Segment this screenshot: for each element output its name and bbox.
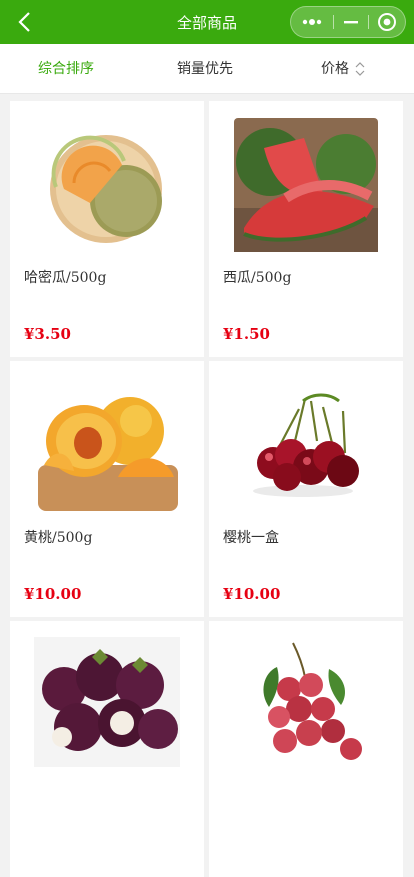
product-card[interactable]: 樱桃一盒 ¥10.00 — [209, 361, 403, 617]
sort-arrows-icon — [355, 62, 365, 76]
sort-bar: 综合排序 销量优先 价格 — [0, 44, 414, 94]
minimize-icon[interactable] — [334, 7, 368, 37]
mangosteen-icon — [34, 637, 180, 767]
peach-icon — [38, 397, 178, 511]
tab-price[interactable]: 价格 — [321, 44, 349, 94]
product-card[interactable]: 西瓜/500g ¥1.50 — [209, 101, 403, 357]
product-card[interactable]: 黄桃/500g ¥10.00 — [10, 361, 204, 617]
tab-sales-first[interactable]: 销量优先 — [177, 44, 233, 94]
watermelon-icon — [234, 118, 378, 252]
product-card[interactable] — [10, 621, 204, 877]
product-card[interactable] — [209, 621, 403, 877]
product-name: 西瓜/500g — [223, 270, 292, 286]
product-name: 哈密瓜/500g — [24, 270, 107, 286]
top-navigation-bar: 全部商品 — [0, 0, 414, 44]
close-target-icon[interactable] — [369, 7, 405, 37]
tab-comprehensive-sort[interactable]: 综合排序 — [38, 44, 94, 94]
more-icon[interactable] — [291, 7, 333, 37]
product-card[interactable]: 哈密瓜/500g ¥3.50 — [10, 101, 204, 357]
product-price: ¥10.00 — [24, 585, 82, 603]
cherry-icon — [253, 393, 359, 497]
product-price: ¥10.00 — [223, 585, 281, 603]
product-price: ¥1.50 — [223, 325, 270, 343]
cantaloupe-icon — [50, 135, 162, 243]
product-name: 黄桃/500g — [24, 530, 93, 546]
product-name: 樱桃一盒 — [223, 530, 279, 546]
product-price: ¥3.50 — [24, 325, 71, 343]
mini-program-capsule — [290, 6, 406, 38]
lychee-icon — [263, 642, 362, 760]
